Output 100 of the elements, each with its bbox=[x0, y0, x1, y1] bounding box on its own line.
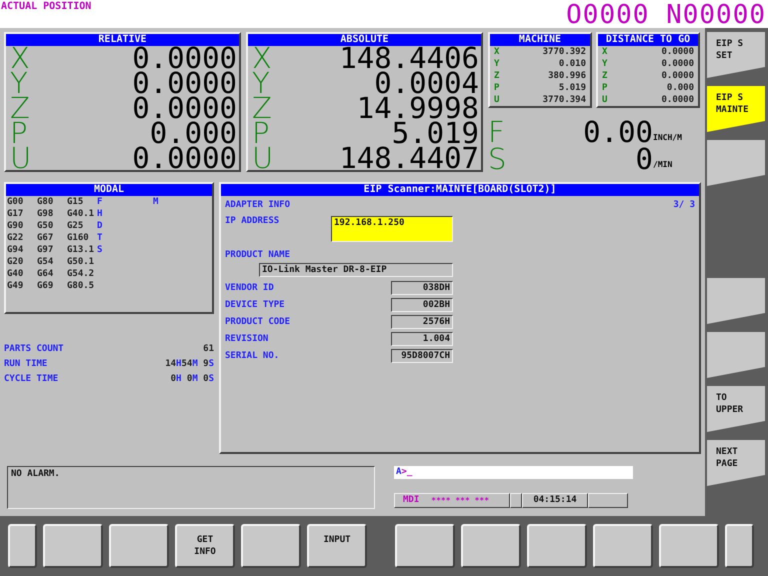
g-code: G15 bbox=[67, 196, 84, 208]
g-code: G17 bbox=[7, 208, 24, 220]
unit-label: /MIN bbox=[653, 160, 674, 172]
field-label: PRODUCT NAME bbox=[225, 249, 292, 262]
status-cell bbox=[510, 493, 522, 508]
address-letter: T bbox=[97, 232, 104, 244]
counter-value: 14H54M 9S bbox=[165, 358, 214, 371]
axis-value: 380.996 bbox=[548, 70, 586, 82]
g-code: G20 bbox=[7, 256, 24, 268]
soft-key[interactable] bbox=[461, 524, 521, 568]
value-field[interactable]: 1.004 bbox=[391, 332, 453, 346]
panel-title: MACHINE bbox=[490, 34, 590, 46]
soft-key[interactable] bbox=[593, 524, 653, 568]
unit-label: INCH/M bbox=[653, 133, 683, 144]
g-code: G49 bbox=[7, 280, 24, 292]
g-code: G40 bbox=[7, 268, 24, 280]
axis-letter: Y bbox=[252, 71, 270, 96]
mode-status: MDI **** *** *** bbox=[394, 493, 510, 508]
panel-title: DISTANCE TO GO bbox=[598, 34, 698, 46]
soft-key[interactable]: NEXT PAGE bbox=[707, 440, 765, 486]
soft-key[interactable] bbox=[659, 524, 719, 568]
soft-key[interactable]: GET INFO bbox=[175, 524, 235, 568]
address-letter: M bbox=[153, 196, 158, 208]
g-code: G25 bbox=[67, 220, 84, 232]
g-code: G50 bbox=[37, 220, 54, 232]
axis-value: 0.000 bbox=[150, 121, 237, 146]
axis-letter: P bbox=[494, 82, 500, 94]
axis-letter: Z bbox=[252, 96, 272, 121]
g-code: G54.2 bbox=[67, 268, 96, 280]
g-code: G13.1 bbox=[67, 244, 96, 256]
axis-letter: X bbox=[494, 46, 500, 58]
panel-title: RELATIVE bbox=[6, 34, 239, 46]
alarm-message: NO ALARM. bbox=[7, 466, 375, 509]
soft-key[interactable] bbox=[109, 524, 169, 568]
soft-key[interactable] bbox=[707, 332, 765, 378]
axis-value: 14.9998 bbox=[356, 96, 479, 121]
g-code: G80.5 bbox=[67, 280, 96, 292]
axis-value: 0.0000 bbox=[661, 94, 694, 106]
axis-letter: F bbox=[488, 120, 506, 146]
axis-letter: Y bbox=[602, 58, 608, 70]
soft-key[interactable] bbox=[707, 278, 765, 324]
g-code: G64 bbox=[37, 268, 54, 280]
value-field[interactable]: IO-Link Master DR-8-EIP bbox=[259, 263, 453, 277]
axis-value: 0.0004 bbox=[374, 71, 479, 96]
soft-key[interactable] bbox=[527, 524, 587, 568]
axis-value: 148.4406 bbox=[339, 46, 479, 71]
screen-title: ACTUAL POSITION bbox=[1, 1, 92, 12]
soft-key[interactable]: EIP S SET bbox=[707, 32, 765, 78]
axis-letter: P bbox=[10, 121, 28, 146]
g-code: G160 bbox=[67, 232, 90, 244]
soft-key[interactable]: INPUT bbox=[307, 524, 367, 568]
axis-value: 0.010 bbox=[558, 58, 586, 70]
value-field[interactable]: 95D8007CH bbox=[391, 348, 453, 362]
axis-letter: U bbox=[494, 94, 500, 106]
soft-key[interactable]: EIP S MAINTE bbox=[707, 86, 765, 132]
axis-letter: P bbox=[252, 121, 270, 146]
program-number: O0000 N00000 bbox=[566, 2, 766, 28]
panel-title: EIP Scanner:MAINTE[BOARD(SLOT2)] bbox=[221, 184, 699, 196]
value-field[interactable]: 2576H bbox=[391, 314, 453, 328]
axis-value: 5.019 bbox=[558, 82, 586, 94]
value-field[interactable]: 038DH bbox=[391, 280, 453, 294]
counter-value: 0H 0M 0S bbox=[170, 373, 214, 386]
soft-key[interactable]: TO UPPER bbox=[707, 386, 765, 432]
axis-letter: U bbox=[252, 146, 274, 171]
g-code: G90 bbox=[7, 220, 24, 232]
g-code: G54 bbox=[37, 256, 54, 268]
soft-key[interactable] bbox=[241, 524, 301, 568]
axis-value: 0.0000 bbox=[132, 146, 237, 171]
axis-value: 0.000 bbox=[666, 82, 694, 94]
soft-key[interactable] bbox=[707, 140, 765, 186]
input-field[interactable]: A>_ bbox=[394, 466, 633, 479]
value-field[interactable]: 192.168.1.250 bbox=[331, 216, 453, 242]
status-cell bbox=[588, 493, 628, 508]
scroll-key[interactable] bbox=[725, 524, 754, 568]
axis-letter: X bbox=[602, 46, 608, 58]
panel-title: ABSOLUTE bbox=[248, 34, 481, 46]
value-field[interactable]: 002BH bbox=[391, 298, 453, 312]
axis-letter: X bbox=[10, 46, 30, 71]
axis-value: 148.4407 bbox=[339, 146, 479, 171]
axis-value: 5.019 bbox=[392, 121, 479, 146]
field-label: REVISION bbox=[225, 334, 270, 344]
field-label: SERIAL NO. bbox=[225, 350, 280, 360]
scroll-key[interactable] bbox=[8, 524, 37, 568]
rate-value: 0 bbox=[636, 147, 653, 172]
address-letter: D bbox=[97, 220, 104, 232]
axis-letter: S bbox=[488, 147, 508, 172]
soft-key[interactable] bbox=[43, 524, 103, 568]
page-indicator: 3/ 3 bbox=[673, 199, 695, 212]
counter-value: 61 bbox=[203, 343, 214, 356]
g-code: G00 bbox=[7, 196, 24, 208]
soft-key[interactable] bbox=[395, 524, 455, 568]
g-code: G67 bbox=[37, 232, 54, 244]
section-title: ADAPTER INFO bbox=[225, 199, 290, 212]
axis-value: 0.0000 bbox=[661, 58, 694, 70]
g-code: G98 bbox=[37, 208, 54, 220]
g-code: G94 bbox=[7, 244, 24, 256]
counter-label: PARTS COUNT bbox=[4, 343, 64, 356]
field-label: PRODUCT CODE bbox=[225, 316, 292, 326]
field-label: IP ADDRESS bbox=[225, 216, 280, 226]
axis-letter: Z bbox=[602, 70, 608, 82]
